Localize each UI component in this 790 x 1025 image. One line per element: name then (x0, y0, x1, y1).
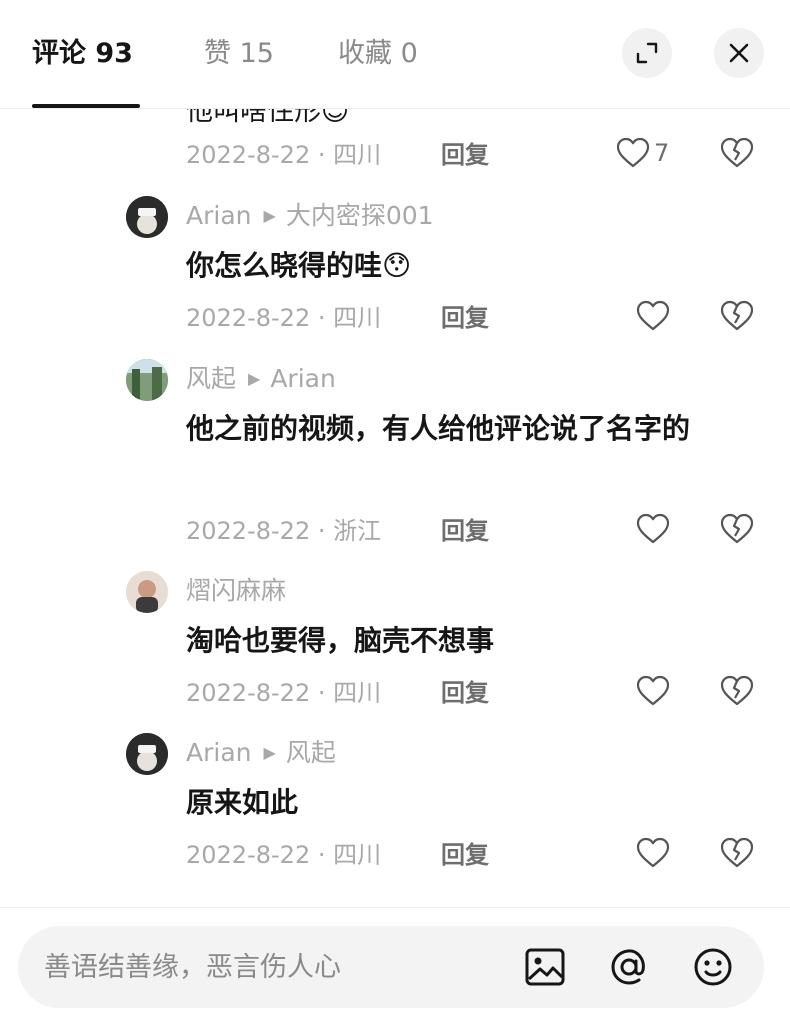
comment-author[interactable]: Arian ▶ 大内密探001 (186, 200, 434, 232)
author-name[interactable]: 风起 (186, 364, 236, 393)
like-button[interactable] (636, 837, 670, 869)
broken-heart-icon (720, 513, 754, 544)
heart-icon (636, 837, 670, 868)
at-icon (611, 949, 645, 985)
broken-heart-icon (720, 675, 754, 706)
comment-meta: 2022-8-22 · 四川 (186, 841, 382, 869)
comment-author[interactable]: Arian ▶ 风起 (186, 737, 336, 769)
like-button[interactable] (636, 513, 670, 545)
like-count: 7 (654, 139, 670, 167)
reply-to-name[interactable]: 风起 (286, 738, 336, 767)
avatar[interactable] (126, 359, 168, 401)
heart-icon (636, 513, 670, 544)
expand-button[interactable] (622, 28, 672, 78)
comment-input[interactable] (42, 944, 506, 990)
mention-button[interactable] (608, 946, 650, 988)
comment-text: 他之前的视频，有人给他评论说了名字的 (186, 412, 691, 445)
avatar[interactable] (126, 733, 168, 775)
close-icon (729, 43, 749, 63)
comment-input-bar (0, 907, 790, 1025)
tab-comments[interactable]: 评论 93 (32, 36, 133, 72)
comment-meta: 2022-8-22 · 四川 (186, 679, 382, 707)
emoji-button[interactable] (692, 946, 734, 988)
broken-heart-icon (720, 300, 754, 331)
broken-heart-icon (720, 837, 754, 868)
reply-button[interactable]: 回复 (441, 139, 489, 171)
broken-heart-icon (720, 137, 754, 168)
heart-icon (636, 675, 670, 706)
like-button[interactable] (636, 300, 670, 332)
image-icon (525, 948, 565, 986)
image-button[interactable] (524, 946, 566, 988)
comment-meta: 2022-8-22 · 浙江 (186, 517, 382, 545)
reply-button[interactable]: 回复 (441, 839, 489, 871)
reply-button[interactable]: 回复 (441, 515, 489, 547)
comment-meta: 2022-8-22 · 四川 (186, 304, 382, 332)
comment-author[interactable]: 熠闪麻麻 (186, 575, 286, 607)
comment-input-container[interactable] (18, 926, 764, 1008)
comment-panel-header: 评论 93 赞 15 收藏 0 (0, 0, 790, 109)
tab-likes[interactable]: 赞 15 (204, 36, 274, 72)
dislike-button[interactable] (720, 675, 754, 711)
active-tab-indicator (32, 104, 140, 108)
reply-arrow-icon: ▶ (263, 206, 276, 225)
heart-icon (636, 300, 670, 331)
comment-author[interactable]: 风起 ▶ Arian (186, 363, 336, 395)
comment-text: 原来如此 (186, 786, 299, 819)
comment-text: 你怎么晓得的哇😯 (186, 249, 412, 282)
expand-icon (636, 42, 658, 64)
reply-arrow-icon: ▶ (263, 743, 276, 762)
like-button[interactable] (636, 675, 670, 707)
author-name[interactable]: Arian (186, 738, 252, 767)
reply-button[interactable]: 回复 (441, 677, 489, 709)
author-name[interactable]: 熠闪麻麻 (186, 576, 286, 605)
comment-meta: 2022-8-22 · 四川 (186, 141, 382, 169)
dislike-button[interactable] (720, 300, 754, 336)
reply-to-name[interactable]: 大内密探001 (286, 201, 434, 230)
like-button[interactable]: 7 (616, 137, 669, 169)
author-name[interactable]: Arian (186, 201, 252, 230)
comment-text: 淘哈也要得，脑壳不想事 (186, 624, 495, 657)
comment-list[interactable]: 他叫啥住形😌 2022-8-22 · 四川 回复 7 Arian ▶ 大内密探001… (0, 109, 790, 907)
avatar[interactable] (126, 571, 168, 613)
tab-favorites[interactable]: 收藏 0 (338, 36, 418, 72)
reply-button[interactable]: 回复 (441, 302, 489, 334)
dislike-button[interactable] (720, 837, 754, 873)
dislike-button[interactable] (720, 513, 754, 549)
heart-icon (616, 137, 650, 168)
close-button[interactable] (714, 28, 764, 78)
reply-to-name[interactable]: Arian (270, 364, 336, 393)
reply-arrow-icon: ▶ (248, 369, 261, 388)
partial-comment-text: 他叫啥住形😌 (186, 109, 350, 127)
dislike-button[interactable] (720, 137, 754, 173)
avatar[interactable] (126, 196, 168, 238)
emoji-icon (694, 948, 732, 986)
